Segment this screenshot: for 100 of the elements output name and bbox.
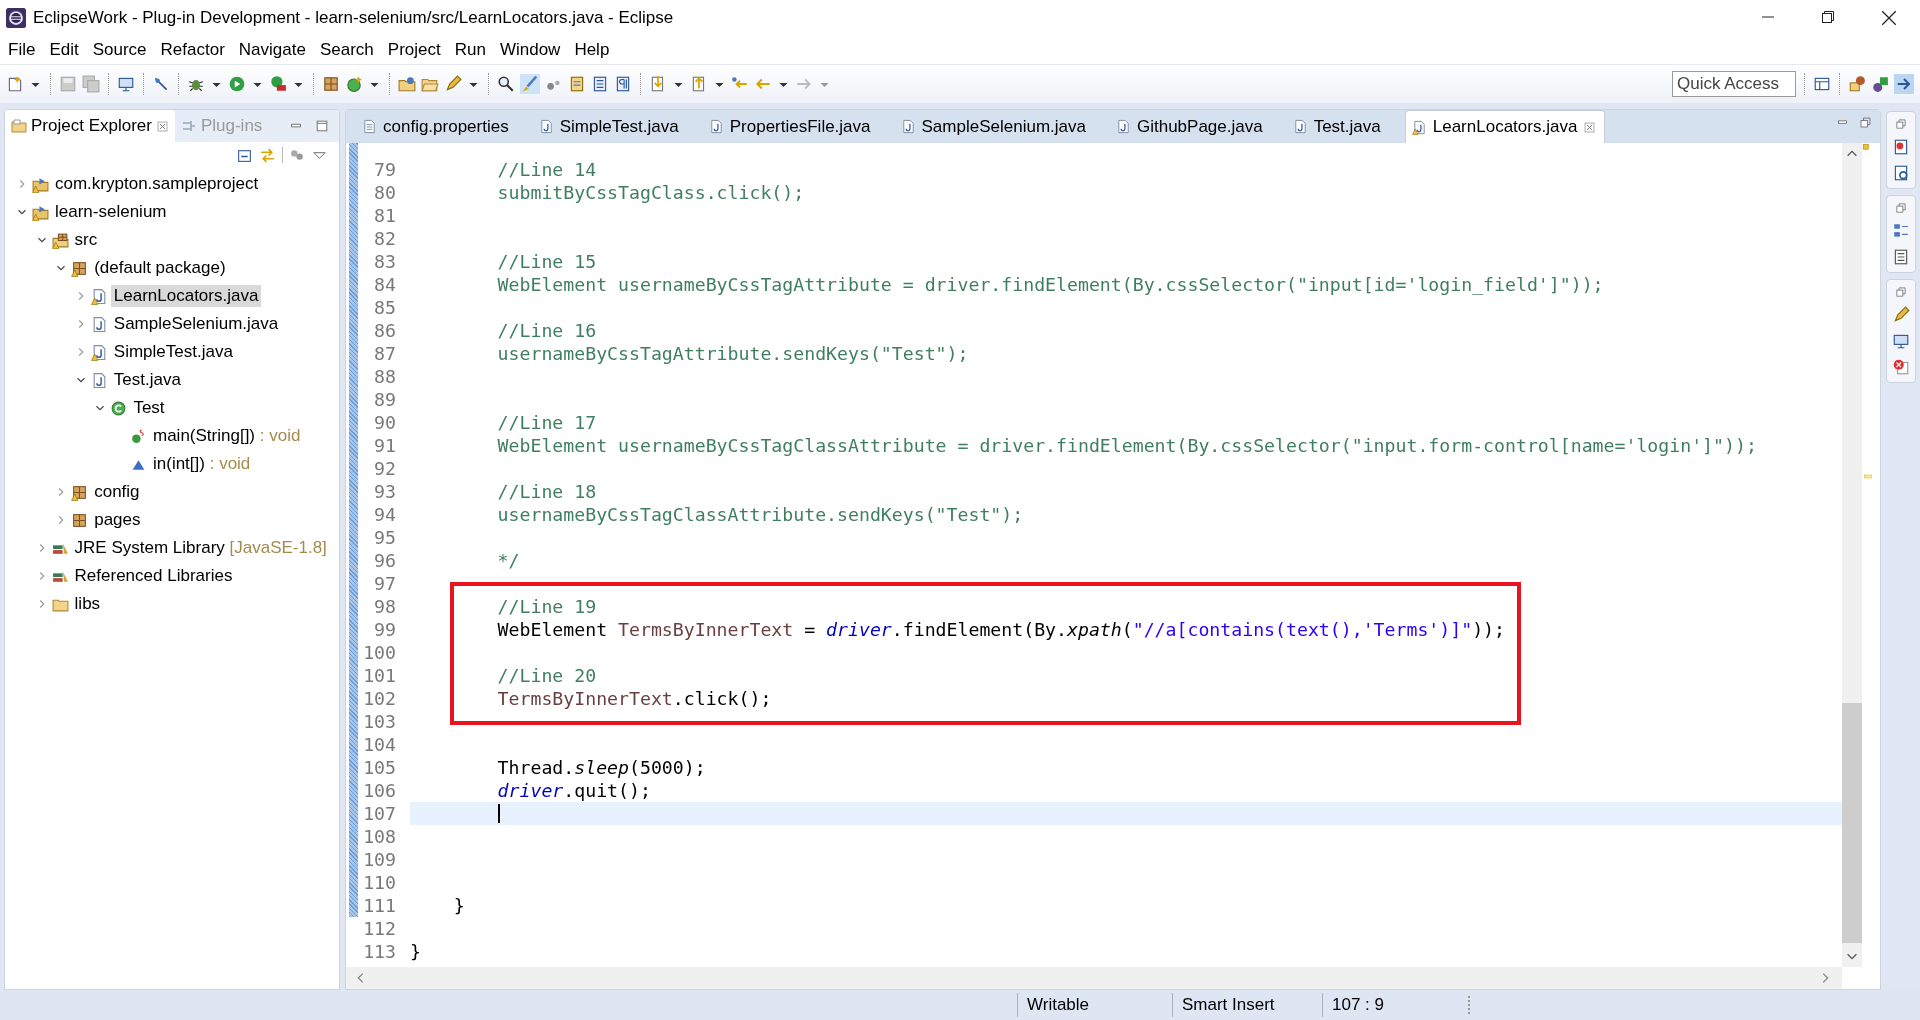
line-number: 100 <box>362 641 396 664</box>
open-perspective-icon[interactable] <box>1813 75 1831 93</box>
gear-doc-icon[interactable] <box>1892 164 1910 182</box>
new-file-icon[interactable] <box>6 75 24 93</box>
java-file-icon <box>1115 119 1131 134</box>
java-file-icon <box>538 119 554 134</box>
line-number: 90 <box>373 411 396 434</box>
line-number: 112 <box>362 917 396 940</box>
list-doc-icon[interactable] <box>1892 248 1910 266</box>
editor-tab[interactable]: PropertiesFile.java <box>702 110 885 143</box>
tree-item[interactable]: Test <box>130 397 168 419</box>
java-perspective-icon[interactable] <box>1894 74 1914 94</box>
tree-item[interactable]: src <box>71 229 101 251</box>
menu-item[interactable]: Search <box>312 40 381 60</box>
monitor-icon[interactable] <box>117 75 135 93</box>
line-number: 81 <box>373 204 396 227</box>
line-number: 101 <box>362 664 396 687</box>
code-line: Thread.sleep(5000); <box>496 756 707 779</box>
tree-item[interactable]: JRE System Library [JavaSE-1.8] <box>71 537 330 559</box>
tree-item[interactable]: SimpleTest.java <box>110 341 236 363</box>
code-line: //Line 19 <box>496 595 598 618</box>
editor-tab[interactable]: SimpleTest.java <box>532 110 693 143</box>
editor-tab[interactable]: LearnLocators.java <box>1404 110 1606 143</box>
window-title: EclipseWork - Plug-in Development - learn-selenium/src/LearnLocators.java - Eclipse <box>33 8 675 28</box>
close-icon[interactable] <box>1880 9 1898 27</box>
code-line: WebElement usernameByCssTagClassAttribute = driver.findElement(By.cssSelector("input.form-control[name='login']")); <box>496 434 1758 457</box>
debug-perspective-icon[interactable] <box>1871 75 1889 93</box>
menu-item[interactable]: File <box>1 40 43 60</box>
tree-item[interactable]: config <box>91 481 143 503</box>
tree-item[interactable]: learn-selenium <box>52 201 170 223</box>
line-number: 104 <box>362 733 396 756</box>
error-doc-icon[interactable] <box>1892 358 1910 376</box>
tree-item[interactable]: LearnLocators.java <box>110 285 262 307</box>
folder-icon[interactable] <box>398 75 416 93</box>
tree-item[interactable]: (default package) <box>91 257 229 279</box>
line-number: 106 <box>362 779 396 802</box>
menu-item[interactable]: Refactor <box>153 40 232 60</box>
menu-item[interactable]: Project <box>380 40 448 60</box>
tree-item[interactable]: SampleSelenium.java <box>110 313 282 335</box>
pen-icon[interactable] <box>444 75 462 93</box>
scrollbar-thumb[interactable] <box>1842 703 1862 943</box>
editor-tab[interactable]: config.properties <box>356 110 523 143</box>
plug-icon <box>180 118 197 134</box>
package-icon[interactable] <box>322 75 340 93</box>
status-field: 107 : 9 <box>1322 993 1462 1017</box>
tree-item[interactable]: pages <box>91 509 144 531</box>
code-line: WebElement usernameByCssTagAttribute = driver.findElement(By.cssSelector("input[id='login_field']")); <box>496 273 1605 296</box>
menu-item[interactable]: Edit <box>42 40 86 60</box>
code-line: WebElement TermsByInnerText = driver.findElement(By.xpath("//a[contains(text(),'Terms')]")); <box>496 618 1507 641</box>
editor-tab[interactable]: GithubPage.java <box>1109 110 1277 143</box>
tree-item[interactable]: main(String[]) : void <box>150 425 304 447</box>
line-number: 88 <box>373 365 396 388</box>
menu-item[interactable]: Help <box>567 40 617 60</box>
monitor-icon[interactable] <box>1892 332 1910 350</box>
class-icon[interactable] <box>345 75 363 93</box>
document-icon[interactable] <box>568 75 586 93</box>
brush-icon[interactable] <box>520 74 540 94</box>
code-line: TermsByInnerText.click(); <box>496 687 773 710</box>
code-line: usernameByCssTagClassAttribute.sendKeys("Test"); <box>496 503 1025 526</box>
java-file-icon <box>708 119 724 134</box>
editor-tab[interactable]: Test.java <box>1286 110 1395 143</box>
java-file-icon <box>1411 119 1427 135</box>
view-tab[interactable]: Project Explorer <box>5 110 175 142</box>
outline-icon[interactable] <box>1892 222 1910 240</box>
code-line: } <box>410 940 422 963</box>
line-number: 109 <box>362 848 396 871</box>
run-icon[interactable] <box>228 75 246 93</box>
list-icon[interactable] <box>591 75 609 93</box>
quick-access-field[interactable]: Quick Access <box>1672 71 1796 97</box>
eclipse-logo-icon <box>6 8 26 28</box>
search-icon[interactable] <box>497 75 515 93</box>
menu-item[interactable]: Window <box>492 40 568 60</box>
pin-icon[interactable] <box>152 75 170 93</box>
code-line: } <box>452 894 466 917</box>
menu-item[interactable]: Navigate <box>231 40 313 60</box>
tree-item[interactable]: com.krypton.sampleproject <box>52 173 262 195</box>
line-number: 105 <box>362 756 396 779</box>
plugin-perspective-icon[interactable] <box>1848 75 1866 93</box>
tree-item[interactable]: Test.java <box>110 369 184 391</box>
maximize-icon[interactable] <box>315 119 329 133</box>
editor-tab[interactable]: SampleSelenium.java <box>894 110 1100 143</box>
link-arrows-icon[interactable] <box>259 146 276 164</box>
restore-icon[interactable] <box>1820 9 1836 25</box>
pen-icon[interactable] <box>1892 306 1910 324</box>
menu-item[interactable]: Source <box>85 40 154 60</box>
menu-item[interactable]: Run <box>447 40 493 60</box>
folder-icon <box>11 118 27 134</box>
code-line: driver.quit(); <box>496 779 652 802</box>
line-number: 85 <box>373 296 396 319</box>
tree-item[interactable]: libs <box>71 593 104 615</box>
code-line: //Line 17 <box>496 411 598 434</box>
tree-item[interactable]: Referenced Libraries <box>71 565 236 587</box>
line-number: 92 <box>373 457 396 480</box>
java-file-icon <box>1292 119 1308 134</box>
tree-item[interactable]: in(int[]) : void <box>150 453 254 475</box>
code-line: //Line 18 <box>496 480 598 503</box>
search-doc-icon[interactable] <box>1892 138 1910 156</box>
run-tool-icon[interactable] <box>269 75 287 93</box>
pilcrow-icon[interactable] <box>614 75 632 93</box>
line-number: 84 <box>373 273 396 296</box>
